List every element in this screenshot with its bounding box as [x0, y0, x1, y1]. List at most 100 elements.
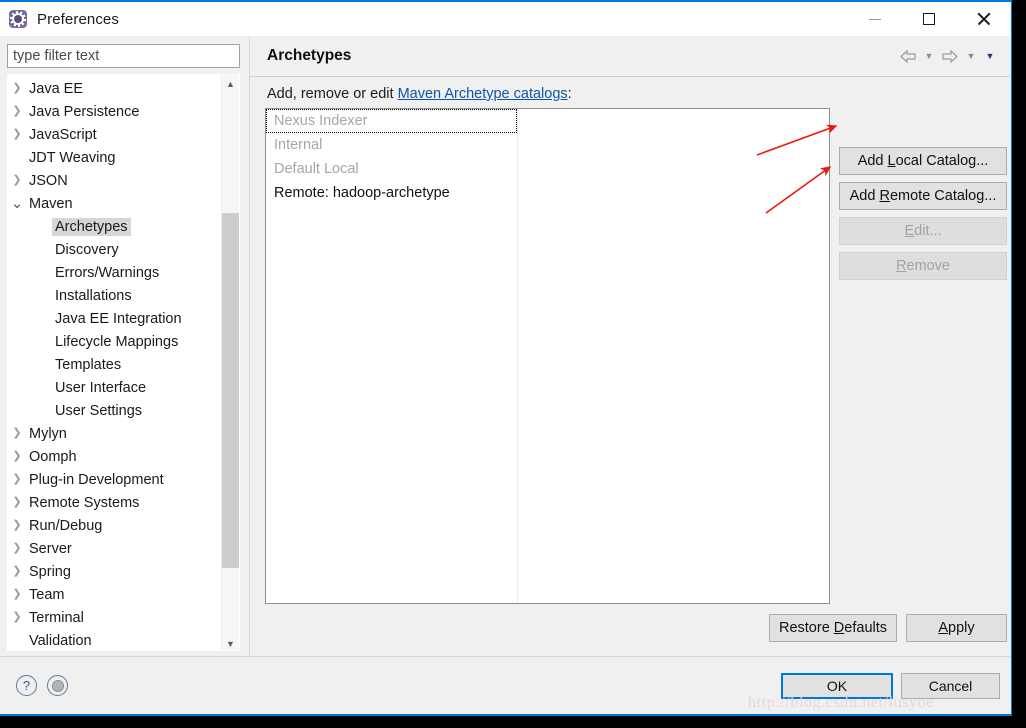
search-input[interactable] — [7, 44, 240, 68]
chevron-right-icon[interactable]: ❯ — [8, 589, 26, 600]
chevron-right-icon[interactable]: ❯ — [8, 175, 26, 186]
sidebar-item-user-settings[interactable]: User Settings — [8, 399, 223, 422]
sidebar-item-plug-in-development[interactable]: ❯ Plug-in Development — [8, 468, 223, 491]
sidebar-item-java-ee-integration[interactable]: Java EE Integration — [8, 307, 223, 330]
sidebar-item-server[interactable]: ❯ Server — [8, 537, 223, 560]
list-item[interactable]: Internal — [266, 133, 829, 157]
sidebar-item-java-ee[interactable]: ❯ Java EE — [8, 77, 223, 100]
sidebar-item-label: Archetypes — [52, 217, 131, 236]
chevron-right-icon[interactable]: ❯ — [8, 451, 26, 462]
sidebar-item-label: User Settings — [55, 402, 143, 419]
preferences-content: Archetypes ▼ ▼ ▼ Add, remove or edit Mav… — [250, 36, 1010, 656]
sidebar-item-lifecycle-mappings[interactable]: Lifecycle Mappings — [8, 330, 223, 353]
sidebar-item-label: User Interface — [55, 379, 147, 396]
scroll-up-arrow[interactable]: ▲ — [222, 75, 239, 92]
sidebar-item-json[interactable]: ❯ JSON — [8, 169, 223, 192]
chevron-right-icon[interactable]: ❯ — [8, 566, 26, 577]
sidebar-item-label: Mylyn — [29, 425, 67, 442]
close-button[interactable] — [956, 2, 1010, 36]
list-item[interactable]: Default Local — [266, 157, 829, 181]
scroll-down-arrow[interactable]: ▼ — [222, 635, 239, 650]
preferences-tree: ❯ Java EE ❯ Java Persistence ❯ JavaScript JDT… — [7, 74, 240, 651]
catalog-label: Remote: hadoop-archetype — [274, 185, 450, 201]
sidebar-item-archetypes[interactable]: Archetypes — [8, 215, 223, 238]
chevron-right-icon[interactable]: ❯ — [8, 106, 26, 117]
chevron-right-icon[interactable]: ❯ — [8, 520, 26, 531]
title-bar: Preferences — [0, 2, 1010, 36]
chevron-down-icon[interactable]: ⌄ — [8, 196, 26, 211]
sidebar-item-run-debug[interactable]: ❯ Run/Debug — [8, 514, 223, 537]
sidebar-item-jdt-weaving[interactable]: JDT Weaving — [8, 146, 223, 169]
edit-button: Edit... — [839, 217, 1007, 245]
sidebar-item-javascript[interactable]: ❯ JavaScript — [8, 123, 223, 146]
sidebar-item-label: Team — [29, 586, 65, 603]
sidebar-item-remote-systems[interactable]: ❯ Remote Systems — [8, 491, 223, 514]
header-divider — [250, 76, 1010, 77]
restore-defaults-button[interactable]: Restore Defaults — [769, 614, 897, 642]
sidebar-item-validation[interactable]: Validation — [8, 629, 223, 650]
sidebar-item-team[interactable]: ❯ Team — [8, 583, 223, 606]
sidebar-item-label: Validation — [29, 632, 92, 649]
add-local-catalog-button[interactable]: Add Local Catalog... — [839, 147, 1007, 175]
sidebar-item-label: Discovery — [55, 241, 119, 258]
sidebar-item-label: Remote Systems — [29, 494, 140, 511]
apply-button[interactable]: Apply — [906, 614, 1007, 642]
sidebar-item-errors-warnings[interactable]: Errors/Warnings — [8, 261, 223, 284]
sidebar-item-installations[interactable]: Installations — [8, 284, 223, 307]
chevron-right-icon[interactable]: ❯ — [8, 83, 26, 94]
archetype-catalog-list[interactable]: Nexus Indexer Internal Default Local Remote… — [265, 108, 830, 604]
page-header: Archetypes ▼ ▼ ▼ — [250, 36, 1010, 76]
gear-icon — [9, 10, 27, 28]
forward-menu-caret-icon[interactable]: ▼ — [963, 47, 979, 65]
list-item[interactable]: Remote: hadoop-archetype — [266, 181, 829, 205]
chevron-right-icon[interactable]: ❯ — [8, 612, 26, 623]
sidebar-item-label: Lifecycle Mappings — [55, 333, 179, 350]
add-remote-catalog-button[interactable]: Add Remote Catalog... — [839, 182, 1007, 210]
view-menu-caret-icon[interactable]: ▼ — [982, 47, 998, 65]
chevron-right-icon[interactable]: ❯ — [8, 474, 26, 485]
page-description: Add, remove or edit Maven Archetype cata… — [267, 86, 572, 102]
sidebar-item-label: JSON — [29, 172, 68, 189]
sidebar-scrollbar[interactable]: ▲ ▼ — [221, 75, 239, 650]
apply-and-close-icon[interactable] — [47, 675, 68, 696]
forward-arrow-icon[interactable] — [940, 46, 960, 66]
sidebar-item-label: JavaScript — [29, 126, 97, 143]
window-controls — [848, 2, 1010, 36]
maximize-button[interactable] — [902, 2, 956, 36]
sidebar-item-label: Templates — [55, 356, 122, 373]
description-suffix: : — [567, 86, 572, 102]
sidebar-item-java-persistence[interactable]: ❯ Java Persistence — [8, 100, 223, 123]
sidebar-item-label: Maven — [29, 195, 73, 212]
sidebar-item-oomph[interactable]: ❯ Oomph — [8, 445, 223, 468]
sidebar-item-maven[interactable]: ⌄ Maven — [8, 192, 223, 215]
chevron-right-icon[interactable]: ❯ — [8, 129, 26, 140]
sidebar-item-label: Installations — [55, 287, 132, 304]
sidebar-item-label: Terminal — [29, 609, 84, 626]
sidebar-item-label: Run/Debug — [29, 517, 103, 534]
scrollbar-thumb[interactable] — [222, 213, 239, 568]
maximize-icon — [923, 13, 935, 25]
sidebar-item-spring[interactable]: ❯ Spring — [8, 560, 223, 583]
back-menu-caret-icon[interactable]: ▼ — [921, 47, 937, 65]
chevron-right-icon[interactable]: ❯ — [8, 428, 26, 439]
question-mark-icon[interactable]: ? — [16, 675, 37, 696]
sidebar-item-templates[interactable]: Templates — [8, 353, 223, 376]
sidebar-item-label: Java EE — [29, 80, 83, 97]
minimize-button[interactable] — [848, 2, 902, 36]
close-icon — [976, 12, 990, 26]
chevron-right-icon[interactable]: ❯ — [8, 497, 26, 508]
maven-archetype-catalogs-link[interactable]: Maven Archetype catalogs — [398, 86, 568, 102]
chevron-right-icon[interactable]: ❯ — [8, 543, 26, 554]
list-item[interactable]: Nexus Indexer — [266, 109, 517, 133]
sidebar-item-discovery[interactable]: Discovery — [8, 238, 223, 261]
sidebar-item-terminal[interactable]: ❯ Terminal — [8, 606, 223, 629]
sidebar-item-mylyn[interactable]: ❯ Mylyn — [8, 422, 223, 445]
sidebar-item-user-interface[interactable]: User Interface — [8, 376, 223, 399]
back-arrow-icon[interactable] — [898, 46, 918, 66]
